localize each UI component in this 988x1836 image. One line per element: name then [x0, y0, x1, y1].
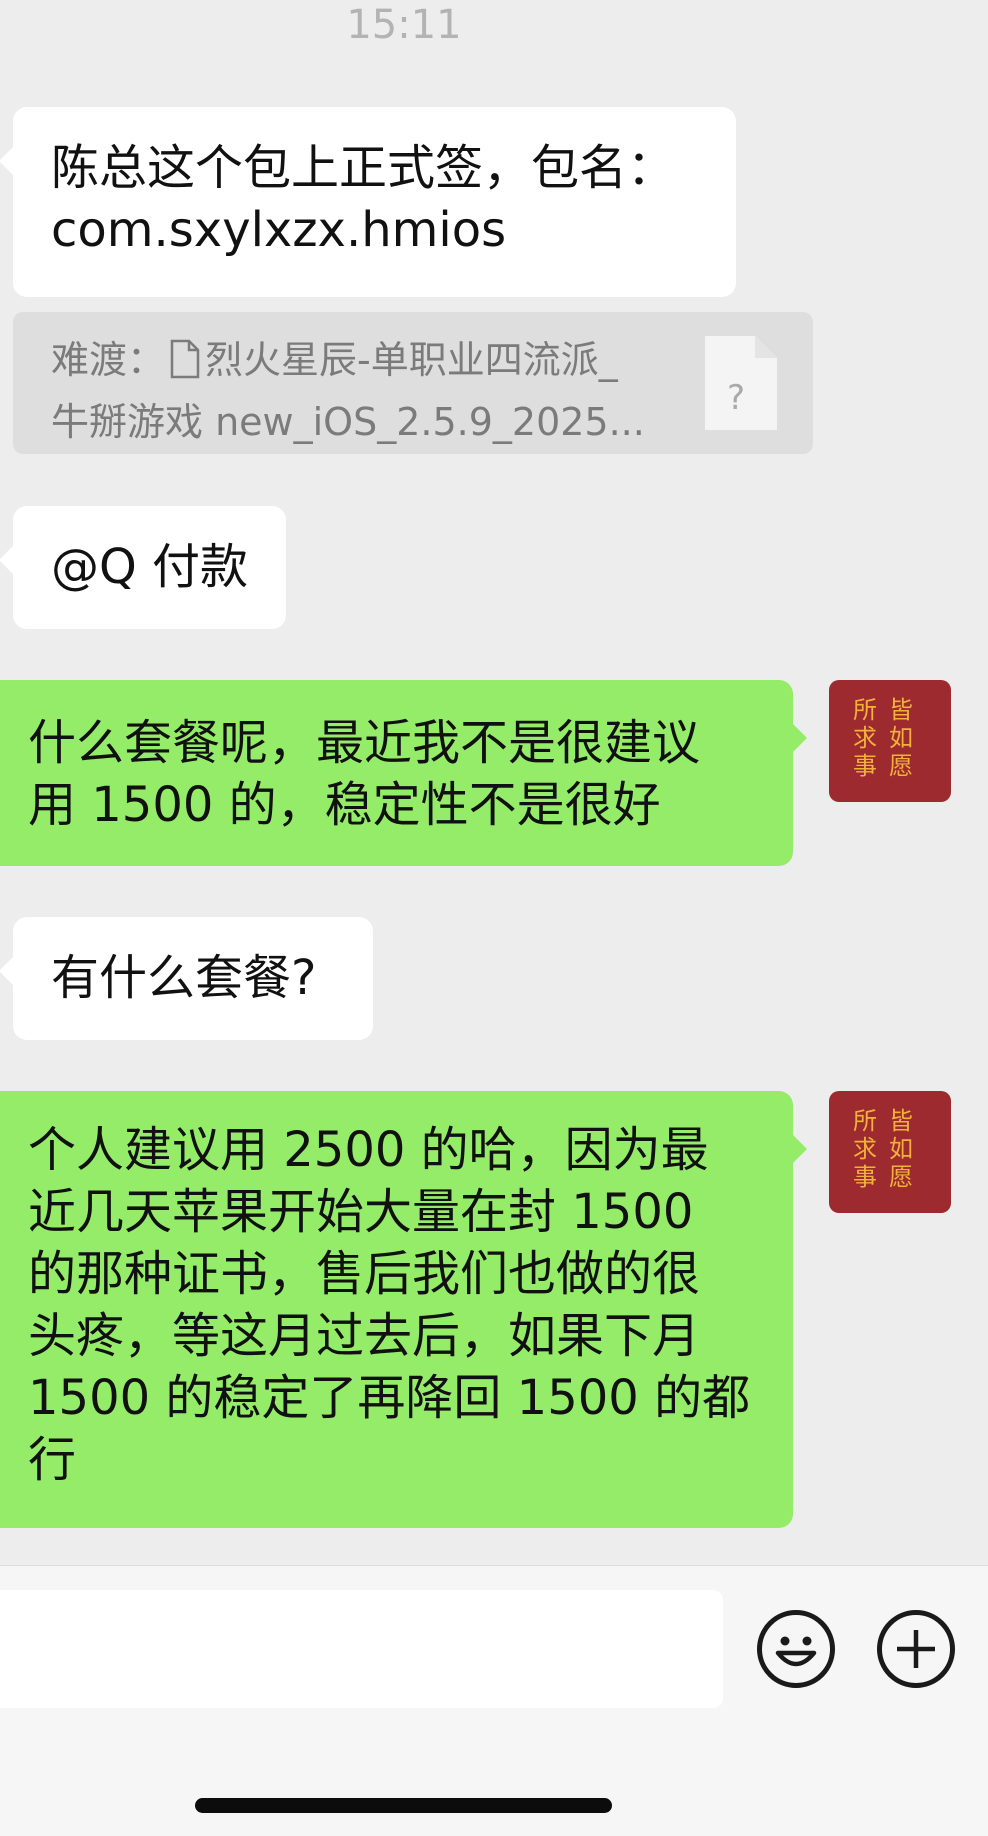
avatar-text-column: 所求事: [853, 696, 877, 780]
quote-filename-part2: 牛掰游戏 new_iOS_2.5.9_2025...: [51, 400, 645, 444]
message-line: 什么套餐呢，最近我不是很建议: [28, 715, 701, 771]
timestamp: 15:11: [346, 2, 462, 48]
outgoing-message[interactable]: 什么套餐呢，最近我不是很建议 用 1500 的，稳定性不是很好: [0, 680, 807, 866]
home-indicator: [195, 1798, 612, 1813]
plus-circle-icon[interactable]: [877, 1610, 955, 1688]
message-text: 有什么套餐?: [51, 950, 317, 1006]
user-avatar[interactable]: 皆如愿 所求事: [829, 680, 951, 802]
chat-input-bar: [0, 1565, 988, 1836]
quoted-file-reference[interactable]: 难渡： 烈火星辰-单职业四流派_ 牛掰游戏 new_iOS_2.5.9_2025.…: [13, 312, 813, 454]
quote-filename-part1: 烈火星辰-单职业四流派_: [205, 338, 618, 382]
incoming-message[interactable]: @Q 付款: [0, 506, 286, 629]
user-avatar[interactable]: 皆如愿 所求事: [829, 1091, 951, 1213]
message-line: com.sxylxzx.hmios: [51, 202, 507, 258]
quote-sender: 难渡：: [51, 338, 166, 382]
outgoing-message[interactable]: 个人建议用 2500 的哈，因为最 近几天苹果开始大量在封 1500 的那种证书…: [0, 1091, 807, 1528]
message-line: 近几天苹果开始大量在封 1500: [28, 1184, 694, 1240]
incoming-message[interactable]: 有什么套餐?: [0, 917, 373, 1040]
message-line: 头疼，等这月过去后，如果下月: [28, 1308, 701, 1364]
quote-line-1: 难渡： 烈火星辰-单职业四流派_: [51, 332, 673, 394]
message-line: 用 1500 的，稳定性不是很好: [28, 777, 661, 833]
avatar-text-column: 皆如愿: [889, 1107, 913, 1191]
message-line: 1500 的稳定了再降回 1500 的都: [28, 1370, 751, 1426]
message-input[interactable]: [0, 1590, 723, 1708]
incoming-message[interactable]: 陈总这个包上正式签，包名： com.sxylxzx.hmios: [0, 107, 736, 297]
message-text: @Q 付款: [51, 539, 249, 595]
message-line: 的那种证书，售后我们也做的很: [28, 1246, 701, 1302]
smiley-icon[interactable]: [757, 1610, 835, 1688]
avatar-text-column: 所求事: [853, 1107, 877, 1191]
unknown-file-mark: ?: [726, 378, 746, 418]
message-line: 陈总这个包上正式签，包名：: [51, 140, 676, 196]
avatar-text-column: 皆如愿: [889, 696, 913, 780]
file-thumbnail-icon: ?: [705, 336, 777, 430]
message-line: 行: [28, 1432, 77, 1488]
message-line: 个人建议用 2500 的哈，因为最: [28, 1122, 709, 1178]
document-icon: [169, 338, 201, 394]
